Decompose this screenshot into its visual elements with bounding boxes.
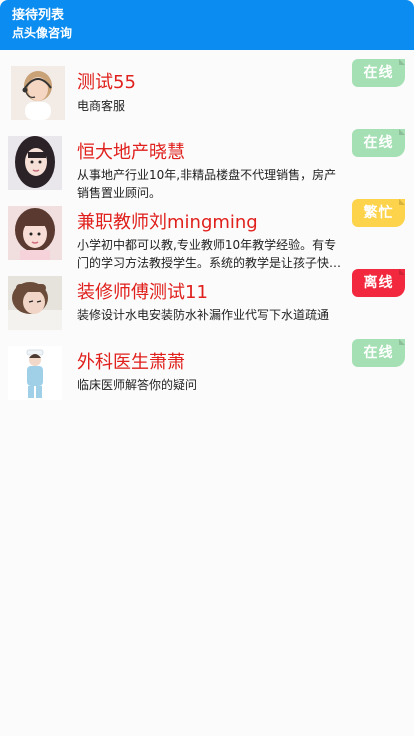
agent-name: 测试55	[77, 72, 136, 93]
header-bar: 接待列表 点头像咨询	[0, 0, 414, 50]
agent-name: 恒大地产晓慧	[77, 142, 185, 163]
status-badge: 繁忙	[352, 199, 405, 227]
agent-name: 装修师傅测试11	[77, 282, 208, 303]
agent-name: 兼职教师刘mingming	[77, 212, 258, 233]
avatar-nurse-icon[interactable]	[8, 346, 62, 400]
avatar-girl-portrait-icon[interactable]	[8, 206, 62, 260]
agent-item[interactable]: 兼职教师刘mingming 小学初中都可以教,专业教师10年教学经验。有专门的学…	[0, 190, 414, 270]
avatar-woman-portrait-icon[interactable]	[8, 136, 62, 190]
agent-item[interactable]: 装修师傅测试11 装修设计水电安装防水补漏作业代写下水道疏通 离线	[0, 260, 414, 330]
avatar-woman-lying-icon[interactable]	[8, 276, 62, 330]
agent-description: 装修设计水电安装防水补漏作业代写下水道疏通	[77, 308, 330, 322]
status-badge: 在线	[352, 59, 405, 87]
page-title: 接待列表	[12, 8, 65, 23]
status-badge: 在线	[352, 129, 405, 157]
agent-list: 测试55 电商客服 在线 恒大地产晓慧 从事地产行业10年,非精品楼盘不代理销售…	[0, 50, 414, 400]
status-badge: 离线	[352, 269, 405, 297]
status-badge: 在线	[352, 339, 405, 367]
agent-item[interactable]: 外科医生萧萧 临床医师解答你的疑问 在线	[0, 330, 414, 400]
agent-name: 外科医生萧萧	[77, 352, 185, 373]
agent-item[interactable]: 恒大地产晓慧 从事地产行业10年,非精品楼盘不代理销售，房产销售置业顾问。 在线	[0, 120, 414, 200]
agent-description: 临床医师解答你的疑问	[77, 378, 198, 392]
agent-item[interactable]: 测试55 电商客服 在线	[0, 50, 414, 120]
agent-description: 电商客服	[77, 99, 126, 113]
page-subtitle: 点头像咨询	[12, 26, 73, 40]
avatar-headset-woman-icon[interactable]	[11, 66, 65, 120]
